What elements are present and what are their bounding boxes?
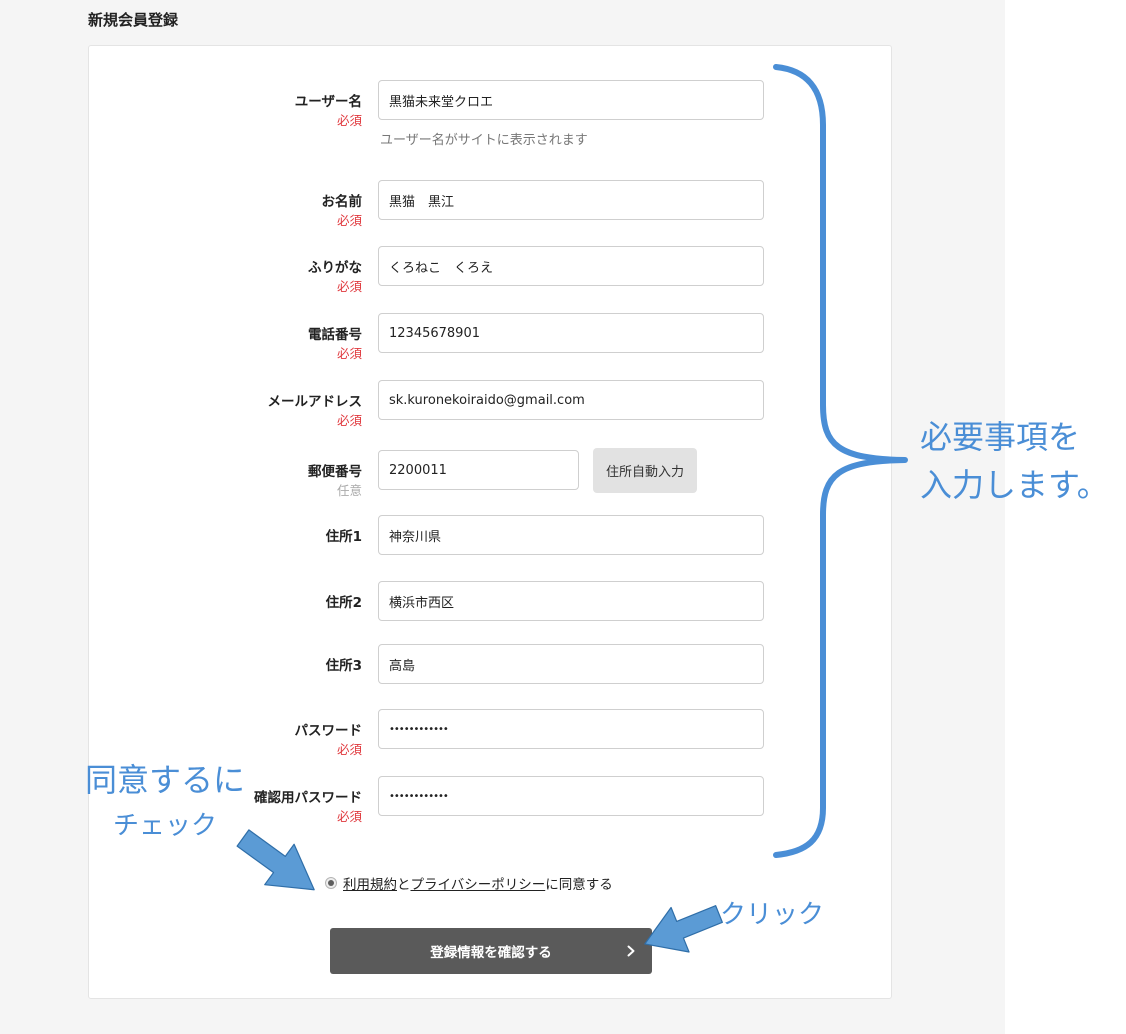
furigana-row: ふりがな 必須 (89, 246, 891, 294)
agreement-suffix: に同意する (545, 877, 613, 893)
username-label: ユーザー名 (294, 94, 362, 110)
zip-input[interactable] (378, 450, 579, 490)
email-row: メールアドレス 必須 (89, 380, 891, 428)
optional-badge: 任意 (336, 483, 362, 498)
username-help-text: ユーザー名がサイトに表示されます (380, 133, 588, 148)
phone-label: 電話番号 (308, 327, 362, 343)
phone-input[interactable] (378, 313, 764, 353)
address-lookup-button[interactable]: 住所自動入力 (593, 448, 697, 493)
registration-form-card: ユーザー名 必須 ユーザー名がサイトに表示されます お名前 必須 ふりがな 必須… (88, 45, 892, 999)
password-row: パスワード 必須 (89, 709, 891, 757)
click-note: クリック (720, 900, 825, 930)
address2-input[interactable] (378, 581, 764, 621)
agreement-connector: と (397, 877, 411, 893)
address3-input[interactable] (378, 644, 764, 684)
agree-note-line2: チェック (113, 811, 218, 841)
name-label: お名前 (321, 194, 363, 210)
furigana-label-group: ふりがな 必須 (89, 258, 362, 296)
address3-label-group: 住所3 (89, 656, 362, 676)
required-info-note: 必要事項を 入力します。 (920, 413, 1109, 509)
username-label-group: ユーザー名 必須 (89, 92, 362, 130)
phone-label-group: 電話番号 必須 (89, 325, 362, 363)
required-badge: 必須 (336, 413, 362, 428)
required-badge: 必須 (336, 279, 362, 294)
page-title: 新規会員登録 (88, 11, 179, 29)
required-info-note-line1: 必要事項を (920, 418, 1081, 456)
phone-row: 電話番号 必須 (89, 313, 891, 361)
address2-row: 住所2 (89, 581, 891, 621)
chevron-right-icon (627, 945, 635, 957)
zip-label-group: 郵便番号 任意 (89, 462, 362, 500)
address1-label: 住所1 (325, 529, 362, 545)
agree-note-line1: 同意するに (85, 761, 246, 799)
zip-row: 郵便番号 任意 住所自動入力 (89, 448, 891, 498)
address2-label-group: 住所2 (89, 593, 362, 613)
name-label-group: お名前 必須 (89, 192, 363, 230)
name-row: お名前 必須 (89, 180, 891, 228)
agreement-row: 利用規約 と プライバシーポリシー に同意する (325, 873, 613, 893)
password-input[interactable] (378, 709, 764, 749)
confirm-registration-label: 登録情報を確認する (430, 945, 552, 961)
privacy-policy-link[interactable]: プライバシーポリシー (411, 873, 546, 893)
address3-label: 住所3 (325, 658, 362, 674)
terms-link[interactable]: 利用規約 (343, 873, 397, 893)
email-input[interactable] (378, 380, 764, 420)
password-label-group: パスワード 必須 (89, 721, 363, 759)
password-confirm-input[interactable] (378, 776, 764, 816)
required-badge: 必須 (336, 742, 362, 757)
agree-radio[interactable] (325, 877, 337, 889)
address1-input[interactable] (378, 515, 764, 555)
username-input[interactable] (378, 80, 764, 120)
furigana-label: ふりがな (308, 260, 362, 276)
required-badge: 必須 (336, 346, 362, 361)
required-badge: 必須 (336, 113, 362, 128)
email-label: メールアドレス (267, 394, 363, 410)
email-label-group: メールアドレス 必須 (89, 392, 363, 430)
confirm-registration-button[interactable]: 登録情報を確認する (330, 928, 652, 974)
address1-row: 住所1 (89, 515, 891, 555)
zip-label: 郵便番号 (308, 464, 362, 480)
radio-dot (328, 880, 334, 886)
address2-label: 住所2 (325, 595, 362, 611)
required-badge: 必須 (336, 213, 362, 228)
username-row: ユーザー名 必須 ユーザー名がサイトに表示されます (89, 80, 891, 148)
password-label: パスワード (294, 723, 363, 739)
required-info-note-line2: 入力します。 (920, 466, 1109, 504)
address1-label-group: 住所1 (89, 527, 362, 547)
furigana-input[interactable] (378, 246, 764, 286)
name-input[interactable] (378, 180, 764, 220)
address3-row: 住所3 (89, 644, 891, 684)
